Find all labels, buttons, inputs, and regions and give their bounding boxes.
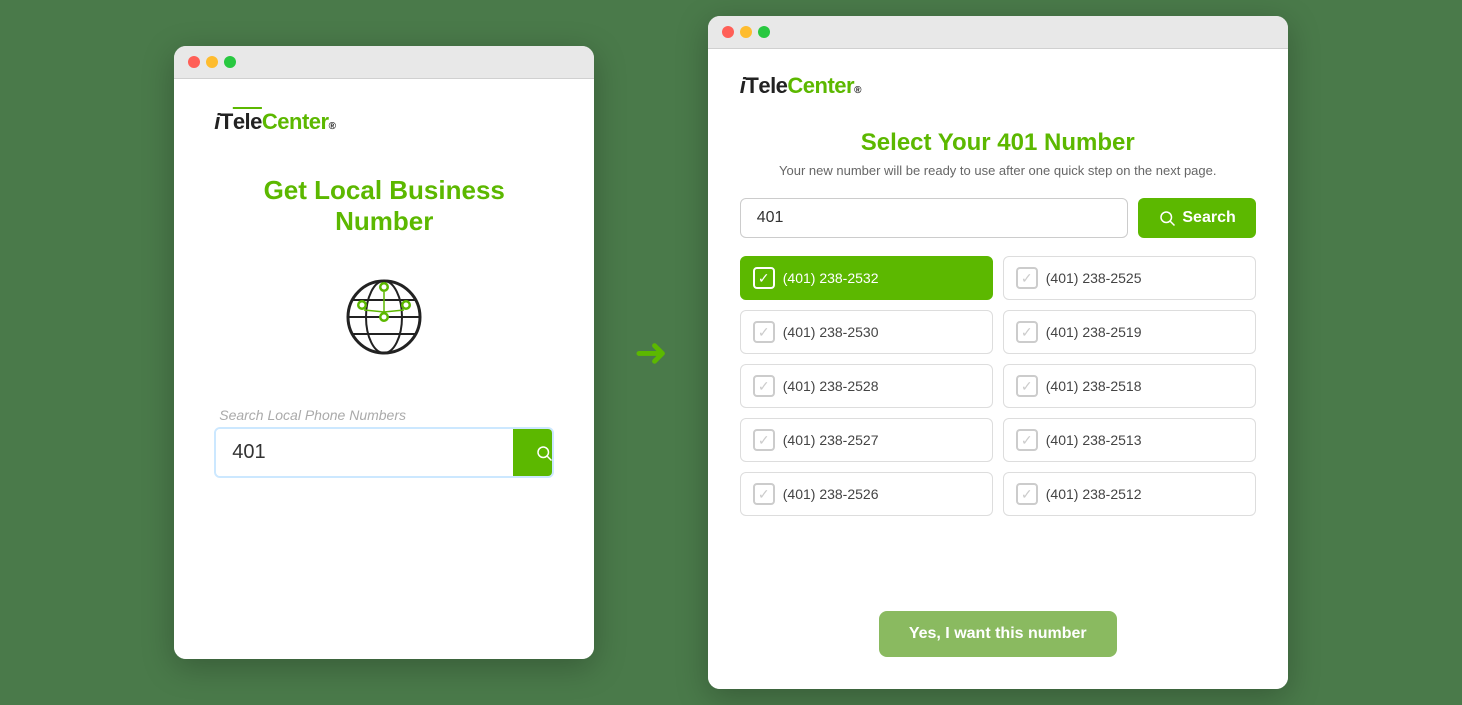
check-box: ✓ [1016, 429, 1038, 451]
left-search-row: Search [214, 427, 554, 478]
confirm-button[interactable]: Yes, I want this number [879, 611, 1117, 657]
check-mark-icon: ✓ [758, 432, 770, 449]
numbers-grid: ✓ (401) 238-2532 ✓ (401) 238-2525 ✓ (401) 238… [740, 256, 1256, 516]
check-mark-icon: ✓ [758, 270, 770, 287]
left-search-input[interactable] [216, 429, 513, 476]
right-search-input[interactable] [740, 198, 1129, 238]
phone-number-text: (401) 238-2519 [1046, 324, 1142, 340]
check-mark-icon: ✓ [1021, 324, 1033, 341]
right-logo: iTeleCenter® [740, 73, 861, 99]
check-mark-icon: ✓ [1021, 378, 1033, 395]
phone-number-text: (401) 238-2526 [783, 486, 879, 502]
number-item[interactable]: ✓ (401) 238-2526 [740, 472, 993, 516]
number-item[interactable]: ✓ (401) 238-2518 [1003, 364, 1256, 408]
number-item[interactable]: ✓ (401) 238-2530 [740, 310, 993, 354]
left-search-button[interactable]: Search [513, 429, 554, 476]
traffic-light-green[interactable] [224, 56, 236, 68]
check-mark-icon: ✓ [758, 378, 770, 395]
left-search-icon [535, 444, 553, 462]
phone-number-text: (401) 238-2530 [783, 324, 879, 340]
right-subtitle: Your new number will be ready to use aft… [740, 163, 1256, 178]
number-item[interactable]: ✓ (401) 238-2527 [740, 418, 993, 462]
right-titlebar [708, 16, 1288, 49]
right-page-title: Select Your 401 Number [740, 129, 1256, 157]
number-item[interactable]: ✓ (401) 238-2528 [740, 364, 993, 408]
check-box: ✓ [753, 375, 775, 397]
check-mark-icon: ✓ [758, 486, 770, 503]
right-search-button[interactable]: Search [1138, 198, 1255, 238]
right-browser-content: iTeleCenter® Select Your 401 Number Your… [708, 49, 1288, 689]
number-item[interactable]: ✓ (401) 238-2525 [1003, 256, 1256, 300]
check-mark-icon: ✓ [1021, 270, 1033, 287]
globe-icon [334, 267, 434, 367]
number-item[interactable]: ✓ (401) 238-2532 [740, 256, 993, 300]
check-box: ✓ [753, 267, 775, 289]
phone-number-text: (401) 238-2518 [1046, 378, 1142, 394]
left-logo: iTeleCenter® [214, 109, 335, 135]
left-browser-window: iTeleCenter® Get Local Business Number [174, 46, 594, 659]
phone-number-text: (401) 238-2532 [783, 270, 879, 286]
check-mark-icon: ✓ [758, 324, 770, 341]
search-label: Search Local Phone Numbers [219, 407, 406, 423]
check-box: ✓ [1016, 321, 1038, 343]
right-browser-window: iTeleCenter® Select Your 401 Number Your… [708, 16, 1288, 689]
phone-number-text: (401) 238-2512 [1046, 486, 1142, 502]
right-search-button-label: Search [1182, 209, 1235, 227]
left-main-content: iTeleCenter® Get Local Business Number [174, 79, 594, 659]
traffic-light-red[interactable] [188, 56, 200, 68]
right-main-content: iTeleCenter® Select Your 401 Number Your… [708, 49, 1288, 689]
check-box: ✓ [1016, 483, 1038, 505]
left-browser-content: iTeleCenter® Get Local Business Number [174, 79, 594, 659]
check-box: ✓ [753, 321, 775, 343]
phone-number-text: (401) 238-2513 [1046, 432, 1142, 448]
check-mark-icon: ✓ [1021, 486, 1033, 503]
right-search-icon [1158, 209, 1176, 227]
traffic-light-yellow[interactable] [206, 56, 218, 68]
check-box: ✓ [1016, 267, 1038, 289]
right-search-row: Search [740, 198, 1256, 238]
phone-number-text: (401) 238-2525 [1046, 270, 1142, 286]
number-item[interactable]: ✓ (401) 238-2512 [1003, 472, 1256, 516]
check-box: ✓ [1016, 375, 1038, 397]
check-box: ✓ [753, 483, 775, 505]
right-traffic-light-green[interactable] [758, 26, 770, 38]
number-item[interactable]: ✓ (401) 238-2513 [1003, 418, 1256, 462]
check-box: ✓ [753, 429, 775, 451]
arrow-container: ➜ [634, 330, 668, 376]
phone-number-text: (401) 238-2528 [783, 378, 879, 394]
arrow-icon: ➜ [634, 330, 668, 376]
left-page-title: Get Local Business Number [214, 175, 554, 237]
right-traffic-light-red[interactable] [722, 26, 734, 38]
right-traffic-light-yellow[interactable] [740, 26, 752, 38]
check-mark-icon: ✓ [1021, 432, 1033, 449]
phone-number-text: (401) 238-2527 [783, 432, 879, 448]
left-titlebar [174, 46, 594, 79]
number-item[interactable]: ✓ (401) 238-2519 [1003, 310, 1256, 354]
